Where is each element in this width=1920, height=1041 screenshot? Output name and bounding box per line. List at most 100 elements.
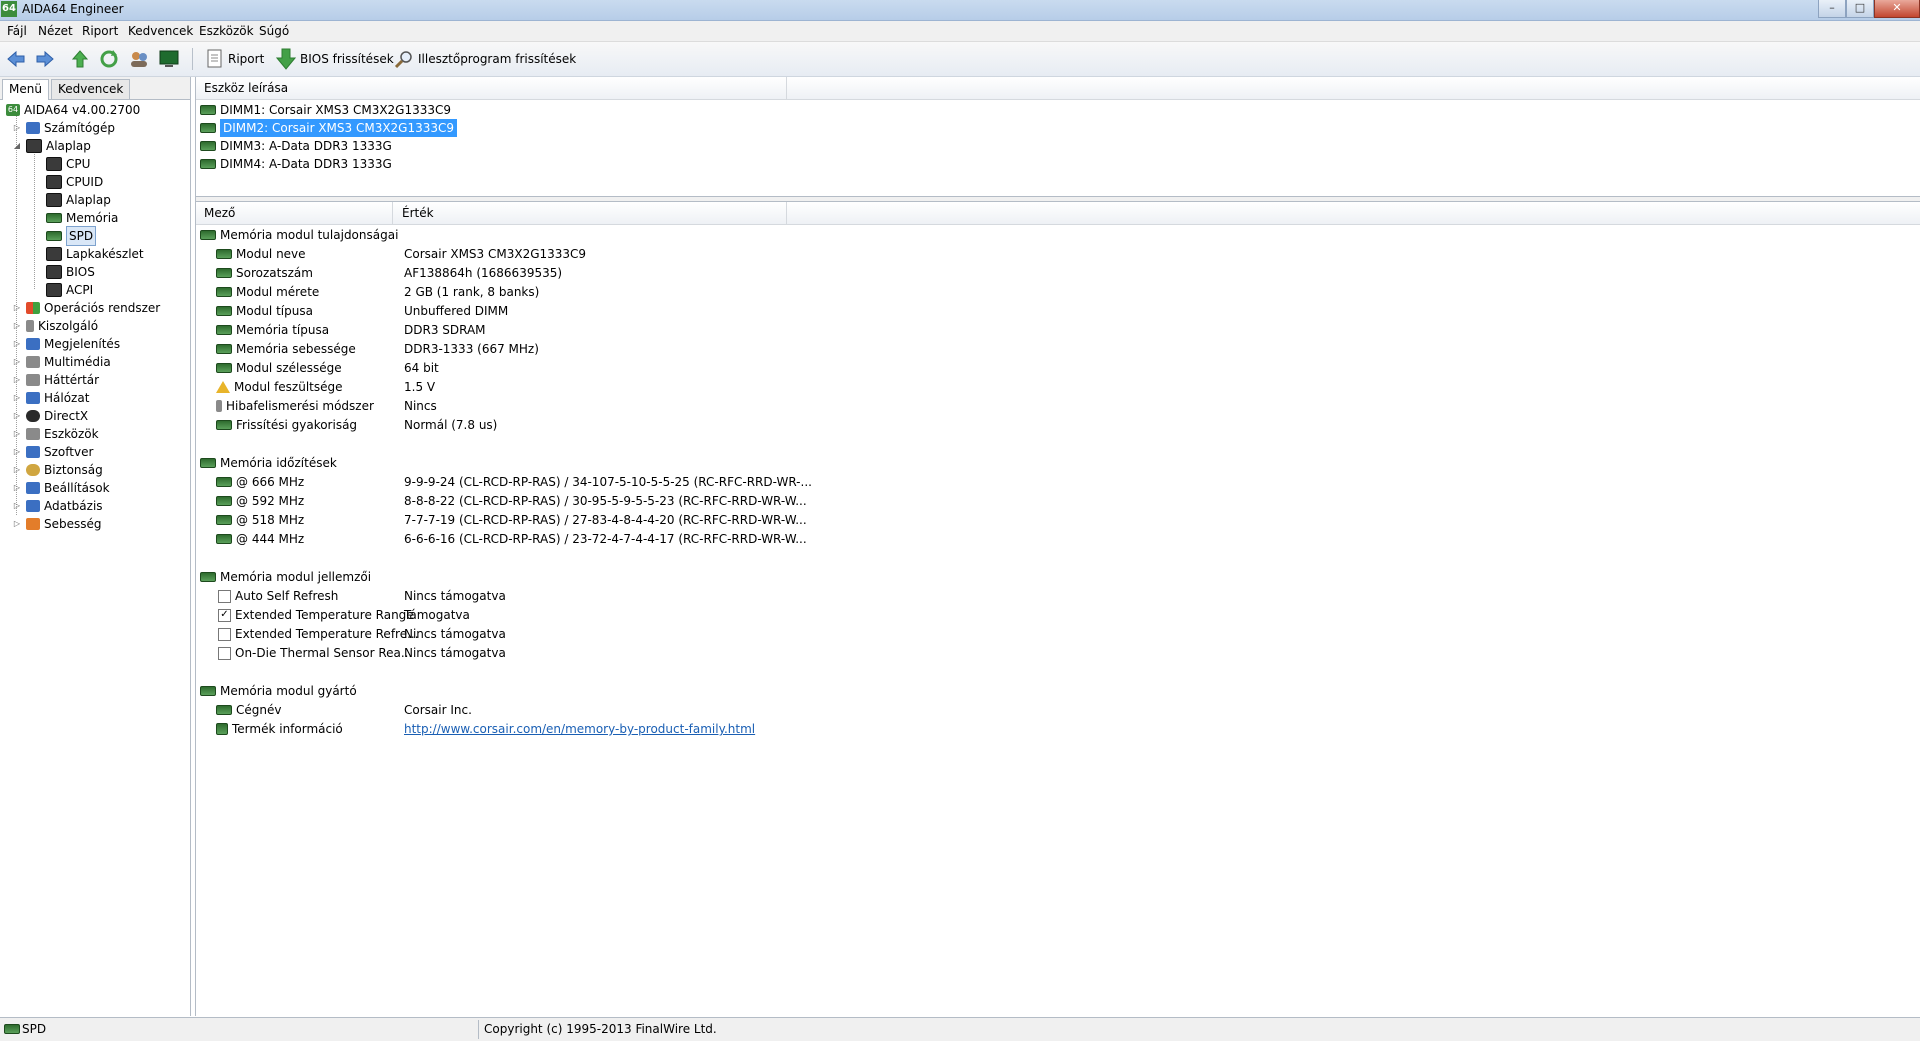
tree-item-computer[interactable]: ▷ Számítógép xyxy=(12,119,115,137)
device-row[interactable]: DIMM3: A-Data DDR3 1333G xyxy=(200,137,392,155)
device-description-column[interactable]: Eszköz leírása xyxy=(204,81,288,95)
tree-item-network[interactable]: ▷ Hálózat xyxy=(12,389,90,407)
tree-item-storage[interactable]: ▷ Háttértár xyxy=(12,371,99,389)
close-button[interactable]: ✕ xyxy=(1874,0,1920,18)
bios-update-button[interactable]: BIOS frissítések xyxy=(276,48,394,70)
expand-icon[interactable]: ▷ xyxy=(12,479,22,497)
driver-update-button[interactable]: Illesztőprogram frissítések xyxy=(394,48,576,70)
tree-item-os[interactable]: ▷ Operációs rendszer xyxy=(12,299,160,317)
tab-favorites[interactable]: Kedvencek xyxy=(51,79,131,99)
checkbox[interactable] xyxy=(218,646,231,660)
detail-row[interactable]: Frissítési gyakoriság xyxy=(216,416,357,434)
tree-item-motherboard-sub[interactable]: Alaplap xyxy=(46,191,111,209)
detail-row[interactable]: Hibafelismerési módszer xyxy=(216,397,374,415)
minimize-button[interactable]: – xyxy=(1818,0,1846,18)
field-label: Cégnév xyxy=(236,703,282,717)
detail-row[interactable]: Extended Temperature Refre... xyxy=(218,625,419,643)
detail-row[interactable]: @ 666 MHz xyxy=(216,473,304,491)
tree-item-cpuid[interactable]: CPUID xyxy=(46,173,103,191)
monitor-icon[interactable] xyxy=(158,48,180,70)
tree-item-devices[interactable]: ▷ Eszközök xyxy=(12,425,99,443)
checkbox[interactable] xyxy=(218,627,231,641)
tree-item-software[interactable]: ▷ Szoftver xyxy=(12,443,93,461)
field-label: Auto Self Refresh xyxy=(235,589,339,603)
tree-item-database[interactable]: ▷ Adatbázis xyxy=(12,497,103,515)
device-row-selected[interactable]: DIMM2: Corsair XMS3 CM3X2G1333C9 xyxy=(200,119,458,137)
menu-help[interactable]: Súgó xyxy=(259,24,289,38)
expand-icon[interactable]: ▷ xyxy=(12,389,22,407)
tree-item-directx[interactable]: ▷ DirectX xyxy=(12,407,88,425)
expand-icon[interactable]: ▷ xyxy=(12,371,22,389)
menu-report[interactable]: Riport xyxy=(82,24,118,38)
collapse-icon[interactable]: ◢ xyxy=(12,137,22,155)
checkbox-checked[interactable]: ✓ xyxy=(218,608,231,622)
tree-item-cpu[interactable]: CPU xyxy=(46,155,90,173)
expand-icon[interactable]: ▷ xyxy=(12,119,22,137)
detail-row[interactable]: @ 444 MHz xyxy=(216,530,304,548)
menu-view[interactable]: Nézet xyxy=(38,24,73,38)
detail-row[interactable]: Sorozatszám xyxy=(216,264,313,282)
expand-icon[interactable]: ▷ xyxy=(12,317,22,335)
detail-row[interactable]: Cégnév xyxy=(216,701,281,719)
tree-item-motherboard[interactable]: ◢ Alaplap xyxy=(12,137,91,155)
tree-item-multimedia[interactable]: ▷ Multimédia xyxy=(12,353,111,371)
expand-icon[interactable]: ▷ xyxy=(12,497,22,515)
detail-row[interactable]: Modul feszültsége xyxy=(216,378,343,396)
detail-row[interactable]: Modul típusa xyxy=(216,302,313,320)
field-column-header[interactable]: Mező xyxy=(204,206,235,220)
expand-icon[interactable]: ▷ xyxy=(12,335,22,353)
detail-row[interactable]: Memória sebessége xyxy=(216,340,356,358)
column-divider[interactable] xyxy=(786,77,787,99)
value-column-header[interactable]: Érték xyxy=(402,206,434,220)
error-check-icon xyxy=(216,400,222,412)
expand-icon[interactable]: ▷ xyxy=(12,461,22,479)
tree-item-bios[interactable]: BIOS xyxy=(46,263,95,281)
menu-favorites[interactable]: Kedvencek xyxy=(128,24,193,38)
detail-row[interactable]: ✓ Extended Temperature Range xyxy=(218,606,414,624)
column-divider[interactable] xyxy=(786,202,787,224)
tree-root[interactable]: 64 AIDA64 v4.00.2700 xyxy=(6,101,140,119)
detail-row[interactable]: Auto Self Refresh xyxy=(218,587,338,605)
forward-icon[interactable] xyxy=(34,48,56,70)
tree-item-memory[interactable]: Memória xyxy=(46,209,118,227)
menu-tools[interactable]: Eszközök xyxy=(199,24,254,38)
checkbox[interactable] xyxy=(218,589,231,603)
tree-item-server[interactable]: ▷ Kiszolgáló xyxy=(12,317,98,335)
expand-icon[interactable]: ▷ xyxy=(12,353,22,371)
tree-item-chipset[interactable]: Lapkakészlet xyxy=(46,245,144,263)
detail-row[interactable]: Modul szélessége xyxy=(216,359,342,377)
tree-item-acpi[interactable]: ACPI xyxy=(46,281,93,299)
tree-item-security[interactable]: ▷ Biztonság xyxy=(12,461,103,479)
up-icon[interactable] xyxy=(69,48,91,70)
column-divider[interactable] xyxy=(392,202,393,224)
detail-row[interactable]: Modul neve xyxy=(216,245,306,263)
expand-icon[interactable]: ▷ xyxy=(12,299,22,317)
menu-file[interactable]: Fájl xyxy=(7,24,27,38)
expand-icon[interactable]: ▷ xyxy=(12,443,22,461)
detail-row[interactable]: @ 592 MHz xyxy=(216,492,304,510)
refresh-icon[interactable] xyxy=(98,48,120,70)
detail-row[interactable]: @ 518 MHz xyxy=(216,511,304,529)
device-row[interactable]: DIMM1: Corsair XMS3 CM3X2G1333C9 xyxy=(200,101,451,119)
device-row[interactable]: DIMM4: A-Data DDR3 1333G xyxy=(200,155,392,173)
field-label: Modul mérete xyxy=(236,285,320,299)
detail-row[interactable]: Modul mérete xyxy=(216,283,319,301)
tree-item-benchmark[interactable]: ▷ Sebesség xyxy=(12,515,102,533)
report-button[interactable]: Riport xyxy=(206,48,264,70)
tree-item-label: DirectX xyxy=(44,409,89,423)
field-label: @ 666 MHz xyxy=(236,475,305,489)
tab-menu[interactable]: Menü xyxy=(2,79,49,100)
detail-row[interactable]: On-Die Thermal Sensor Rea... xyxy=(218,644,412,662)
users-icon[interactable] xyxy=(128,48,150,70)
product-info-link[interactable]: http://www.corsair.com/en/memory-by-prod… xyxy=(404,720,755,738)
expand-icon[interactable]: ▷ xyxy=(12,407,22,425)
tree-item-display[interactable]: ▷ Megjelenítés xyxy=(12,335,120,353)
tree-item-spd[interactable]: SPD xyxy=(46,226,97,246)
expand-icon[interactable]: ▷ xyxy=(12,515,22,533)
back-icon[interactable] xyxy=(5,48,27,70)
tree-item-settings[interactable]: ▷ Beállítások xyxy=(12,479,110,497)
expand-icon[interactable]: ▷ xyxy=(12,425,22,443)
maximize-button[interactable]: □ xyxy=(1846,0,1874,18)
detail-row[interactable]: Memória típusa xyxy=(216,321,329,339)
detail-row[interactable]: Termék információ xyxy=(216,720,343,738)
